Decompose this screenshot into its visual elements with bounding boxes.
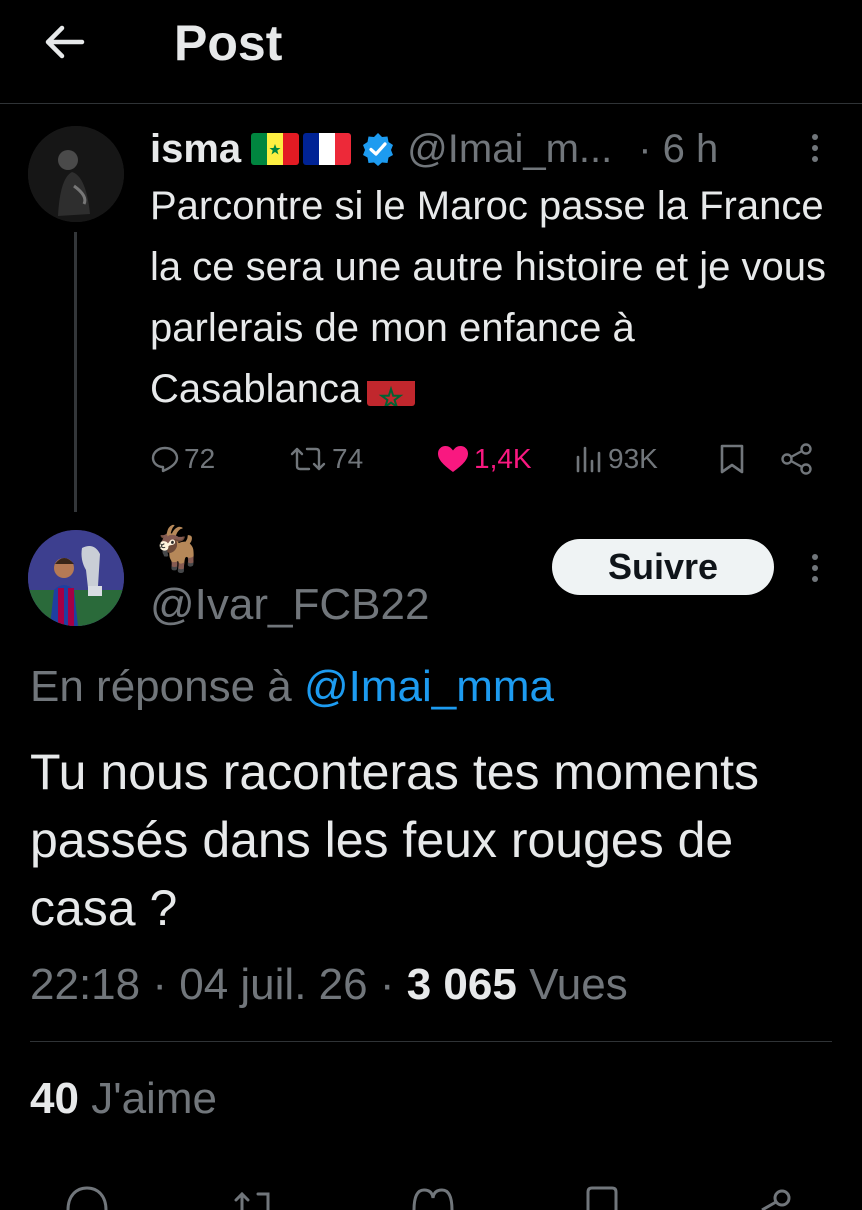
tweet-date[interactable]: 04 juil. 26 [179,960,367,1009]
views-count: 3 065 [406,960,517,1009]
likes-label: J'aime [91,1074,217,1123]
divider [30,1041,832,1042]
share-icon[interactable] [752,1180,802,1210]
avatar[interactable] [28,126,124,222]
like-count: 1,4K [474,443,532,474]
share-icon [781,443,812,475]
follow-button[interactable]: Suivre [552,539,774,595]
author-handle[interactable]: @Imai_m... [407,127,612,172]
heart-icon [438,446,468,472]
bookmark-button[interactable] [718,438,750,480]
back-button[interactable] [38,18,90,66]
replying-mention-link[interactable]: @Imai_mma [304,662,554,711]
author-name[interactable]: isma [150,127,241,172]
flag-france-icon [303,133,352,165]
reply-button[interactable]: 72 [150,438,215,480]
more-options-button[interactable] [800,548,830,588]
like-button[interactable]: 1,4K [436,438,532,480]
tweet-text: Parcontre si le Maroc passe la France la… [150,176,830,420]
views-label: Vues [529,960,628,1009]
verified-badge-icon [361,132,395,166]
views-count: 93K [608,443,658,474]
share-button[interactable] [780,438,818,480]
bottom-action-bar [0,1170,862,1210]
more-options-button[interactable] [800,128,830,168]
tweet-author-row: isma @Imai_m... · 6 h [150,126,718,172]
display-name[interactable]: 🐐 [150,524,205,576]
replying-prefix: En réponse à [30,662,292,711]
likes-count: 40 [30,1074,79,1123]
header-divider [0,103,862,104]
repost-icon [290,447,326,471]
tweet-text: Tu nous raconteras tes moments passés da… [30,744,760,936]
bookmark-icon [720,444,744,474]
replying-to: En réponse à @Imai_mma [30,660,554,714]
meta-separator: · [152,960,167,1009]
tweet-time[interactable]: 22:18 [30,960,140,1009]
arrow-left-icon [45,25,85,59]
reply-icon [151,446,179,473]
reply-icon[interactable] [62,1180,112,1210]
heart-icon[interactable] [408,1180,458,1210]
tweet-meta: 22:18 · 04 juil. 26 · 3 065 Vues [30,958,628,1012]
bookmark-icon[interactable] [582,1180,622,1210]
repost-count: 74 [332,443,364,474]
likes-summary[interactable]: 40 J'aime [30,1072,217,1126]
flag-senegal-icon [251,133,300,165]
more-vertical-icon [812,134,818,162]
repost-icon[interactable] [228,1180,278,1210]
tweet-actions: 72 74 1,4K 93K [150,438,830,480]
flag-morocco-icon [367,372,416,406]
thread-line [74,232,77,512]
reply-count: 72 [184,443,216,474]
page-title: Post [174,15,283,71]
meta-separator: · [379,960,395,1009]
tweet-time: · 6 h [638,126,719,171]
views-button[interactable]: 93K [574,438,658,480]
tweet-text-content: Parcontre si le Maroc passe la France la… [150,184,826,411]
more-vertical-icon [812,554,818,582]
avatar[interactable] [28,530,124,626]
analytics-icon [576,446,601,473]
author-handle[interactable]: @Ivar_FCB22 [150,580,429,630]
repost-button[interactable]: 74 [288,438,363,480]
